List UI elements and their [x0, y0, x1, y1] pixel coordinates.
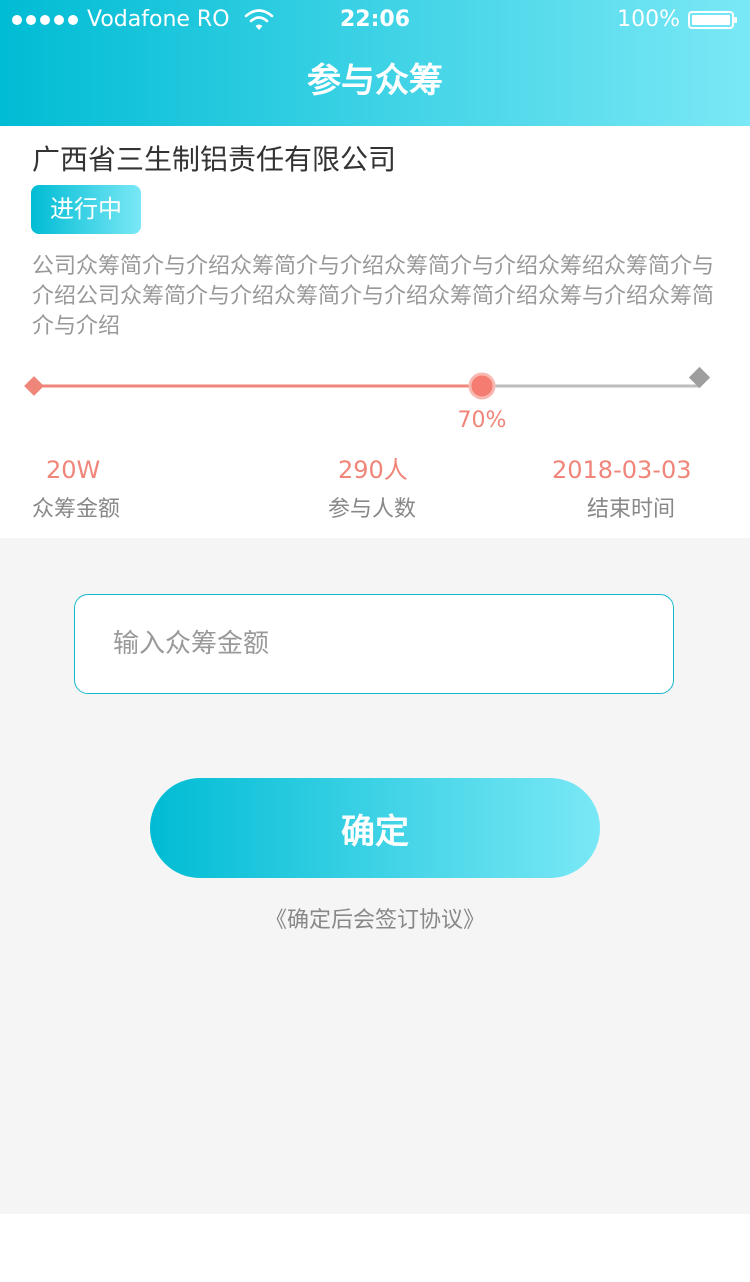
confirm-button[interactable]: 确定 [150, 778, 600, 878]
participation-form: 确定 《确定后会签订协议》 [0, 538, 750, 1214]
stat-participants-value: 290人 [338, 456, 408, 484]
stat-end-date-label: 结束时间 [587, 497, 676, 522]
stat-amount-label: 众筹金额 [32, 497, 121, 522]
progress-percent: 70% [457, 408, 507, 433]
battery-icon [688, 11, 737, 29]
progress-track [24, 366, 711, 400]
progress-knob [468, 372, 496, 400]
status-badge: 进行中 [31, 185, 141, 234]
company-name: 广西省三生制铝责任有限公司 [32, 143, 397, 176]
status-bar: Vodafone RO 22:06 100% [0, 0, 750, 40]
progress-start-marker [24, 376, 44, 396]
project-intro: 公司众筹简介与介绍众筹简介与介绍众筹简介与介绍众筹绍众筹简介与介绍公司众筹简介与… [32, 254, 715, 339]
project-info: 广西省三生制铝责任有限公司 进行中 公司众筹简介与介绍众筹简介与介绍众筹简介与介… [0, 126, 750, 538]
battery-percent: 100% [617, 7, 680, 32]
progress-bar: 70% [0, 362, 750, 452]
stat-amount-value: 20W [46, 456, 101, 484]
stat-participants-label: 参与人数 [328, 497, 417, 522]
amount-input[interactable] [74, 594, 674, 694]
header: Vodafone RO 22:06 100% 参与众筹 [0, 0, 750, 126]
stat-end-date-value: 2018-03-03 [552, 456, 692, 484]
page-title: 参与众筹 [307, 61, 443, 101]
agreement-note: 《确定后会签订协议》 [264, 908, 485, 933]
